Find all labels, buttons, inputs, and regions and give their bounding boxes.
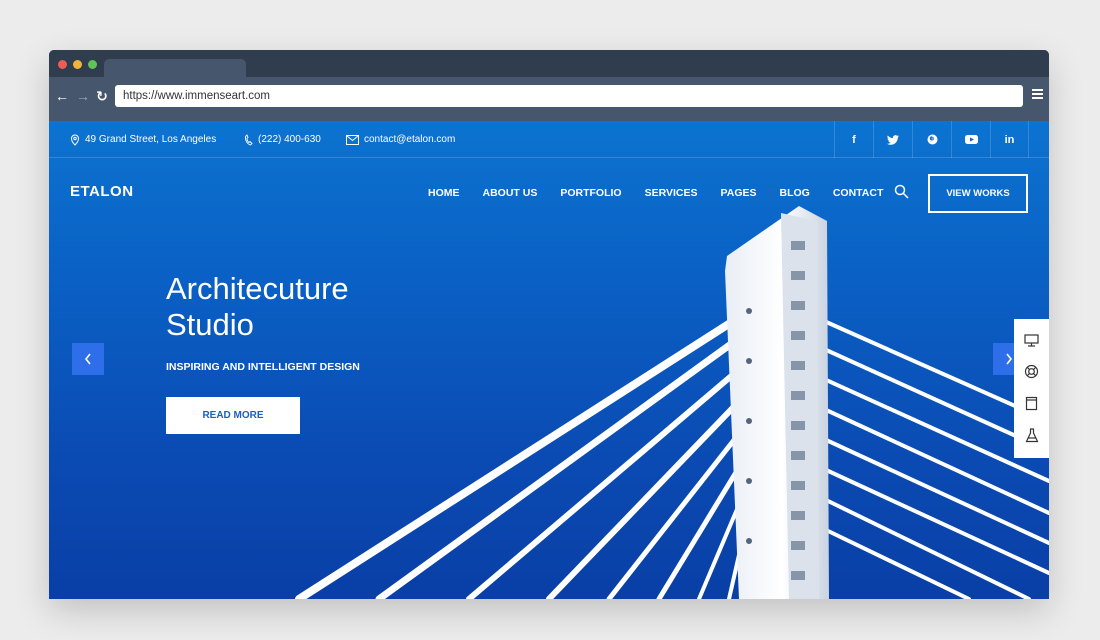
view-works-button[interactable]: VIEW WORKS <box>928 174 1028 213</box>
phone-icon <box>244 133 253 146</box>
forward-arrow-icon[interactable]: → <box>75 88 91 104</box>
hero-title-line-1: Architecuture <box>166 271 349 306</box>
phone-text: (222) 400-630 <box>258 134 321 145</box>
nav-item-pages[interactable]: PAGES <box>721 187 757 199</box>
document-icon[interactable] <box>1025 396 1038 411</box>
envelope-icon <box>346 134 359 145</box>
location-pin-icon <box>70 133 80 146</box>
chevron-right-icon <box>1006 353 1013 365</box>
address-bar[interactable]: https://www.immenseart.com <box>115 85 1023 107</box>
read-more-button[interactable]: READ MORE <box>166 397 300 434</box>
twitter-icon[interactable] <box>873 121 912 158</box>
browser-tab-bar <box>49 50 1049 77</box>
main-navigation: HOME ABOUT US PORTFOLIO SERVICES PAGES B… <box>428 187 906 199</box>
nav-item-contact[interactable]: CONTACT <box>833 187 884 199</box>
lifebuoy-icon[interactable] <box>1024 364 1039 379</box>
reload-icon[interactable]: ↻ <box>94 88 110 104</box>
linkedin-icon[interactable]: in <box>990 121 1029 158</box>
hero-subtitle: INSPIRING AND INTELLIGENT DESIGN <box>166 361 360 373</box>
browser-tab[interactable] <box>104 59 246 77</box>
nav-item-portfolio[interactable]: PORTFOLIO <box>560 187 621 199</box>
nav-item-about-us[interactable]: ABOUT US <box>483 187 538 199</box>
flask-icon[interactable] <box>1025 428 1039 443</box>
monitor-icon[interactable] <box>1024 334 1039 347</box>
address-info: 49 Grand Street, Los Angeles <box>70 121 216 158</box>
hamburger-menu-icon[interactable] <box>1032 89 1043 102</box>
back-arrow-icon[interactable]: ← <box>54 88 70 104</box>
email-info[interactable]: contact@etalon.com <box>346 121 455 158</box>
pinterest-icon[interactable] <box>912 121 951 158</box>
hero-title-line-2: Studio <box>166 307 254 342</box>
search-icon[interactable] <box>894 184 909 199</box>
youtube-icon[interactable] <box>951 121 990 158</box>
nav-item-home[interactable]: HOME <box>428 187 460 199</box>
nav-item-blog[interactable]: BLOG <box>780 187 810 199</box>
social-links: f in <box>834 121 1029 158</box>
browser-toolbar: ← → ↻ https://www.immenseart.com <box>49 77 1049 121</box>
minimize-window-button[interactable] <box>73 60 82 69</box>
email-text: contact@etalon.com <box>364 134 456 145</box>
site-logo[interactable]: ETALON <box>70 183 134 200</box>
close-window-button[interactable] <box>58 60 67 69</box>
top-info-bar: 49 Grand Street, Los Angeles (222) 400-6… <box>49 121 1049 158</box>
chevron-left-icon <box>84 353 91 365</box>
web-page: 49 Grand Street, Los Angeles (222) 400-6… <box>49 121 1049 599</box>
hero-title: Architecuture Studio <box>166 271 446 343</box>
address-text: 49 Grand Street, Los Angeles <box>85 134 217 145</box>
facebook-icon[interactable]: f <box>834 121 873 158</box>
nav-item-services[interactable]: SERVICES <box>645 187 698 199</box>
phone-info[interactable]: (222) 400-630 <box>244 121 321 158</box>
browser-window: ← → ↻ https://www.immenseart.com 49 Gran… <box>49 50 1049 599</box>
side-tools-panel <box>1014 319 1049 458</box>
slider-prev-button[interactable] <box>72 343 104 375</box>
maximize-window-button[interactable] <box>88 60 97 69</box>
